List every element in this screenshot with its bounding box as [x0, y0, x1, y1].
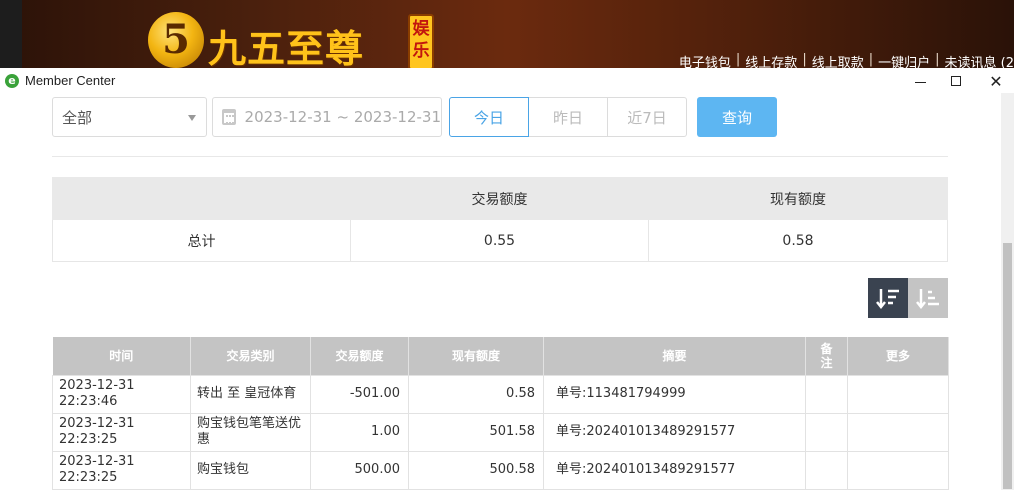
- quick-filter-yesterday[interactable]: 昨日: [528, 97, 608, 137]
- select-value: 全部: [62, 108, 93, 127]
- table-row[interactable]: 2023-12-31 22:23:46 转出 至 皇冠体育 -501.00 0.…: [52, 374, 949, 414]
- sort-ascending-button[interactable]: [908, 278, 948, 318]
- cell-note: [805, 450, 848, 490]
- quick-filter-last7[interactable]: 近7日: [607, 97, 687, 137]
- cell-balance: 500.58: [408, 450, 544, 490]
- column-header-note[interactable]: 备注: [805, 337, 848, 375]
- transaction-type-select[interactable]: 全部: [52, 97, 207, 137]
- cell-summary: 单号:113481794999: [543, 374, 806, 414]
- date-range-value: 2023-12-31 ~ 2023-12-31: [244, 108, 441, 126]
- column-header-type[interactable]: 交易类别: [190, 337, 311, 375]
- cell-more[interactable]: [847, 374, 949, 414]
- browser-app-icon: e: [5, 73, 19, 88]
- sort-descending-button[interactable]: [868, 278, 908, 318]
- table-row[interactable]: 2023-12-31 22:23:25 购宝钱包笔笔送优惠 1.00 501.5…: [52, 412, 949, 452]
- close-icon: ✕: [989, 71, 1003, 91]
- column-header-amount[interactable]: 交易额度: [310, 337, 409, 375]
- maximize-icon: [951, 76, 961, 86]
- table-header-row: 时间 交易类别 交易额度 现有额度 摘要 备注 更多: [52, 337, 949, 375]
- divider: [52, 156, 948, 157]
- chevron-down-icon: [188, 115, 196, 121]
- logo-emblem: 5: [148, 12, 204, 68]
- summary-header-amount: 交易额度: [350, 177, 649, 220]
- cell-amount: -501.00: [310, 374, 409, 414]
- cell-time: 2023-12-31 22:23:46: [52, 374, 191, 414]
- column-header-balance[interactable]: 现有额度: [408, 337, 544, 375]
- summary-table: 交易额度 现有额度 总计 0.55 0.58: [52, 177, 948, 262]
- summary-total-label: 总计: [52, 219, 351, 262]
- cell-more[interactable]: [847, 412, 949, 452]
- summary-header-row: 交易额度 现有额度: [52, 177, 948, 220]
- cell-balance: 501.58: [408, 412, 544, 452]
- table-row[interactable]: 2023-12-31 22:23:25 购宝钱包 500.00 500.58 单…: [52, 450, 949, 490]
- site-banner: 5 九五至尊 娱乐 电子钱包 | 线上存款 | 线上取款 | 一键归户 | 未读…: [0, 0, 1014, 71]
- cell-amount: 500.00: [310, 450, 409, 490]
- summary-total-row: 总计 0.55 0.58: [52, 219, 948, 262]
- summary-total-balance: 0.58: [648, 219, 948, 262]
- summary-header-balance: 现有额度: [648, 177, 948, 220]
- cell-type: 购宝钱包笔笔送优惠: [190, 412, 311, 452]
- cell-amount: 1.00: [310, 412, 409, 452]
- query-button[interactable]: 查询: [697, 97, 777, 137]
- quick-filter-today[interactable]: 今日: [449, 97, 529, 137]
- sort-ascending-icon: [916, 289, 939, 309]
- cell-summary: 单号:202401013489291577: [543, 450, 806, 490]
- cell-type: 购宝钱包: [190, 450, 311, 490]
- vertical-scrollbar[interactable]: [1001, 93, 1014, 490]
- minimize-icon: [914, 81, 926, 83]
- window-titlebar: e Member Center ✕: [0, 68, 1014, 93]
- summary-total-amount: 0.55: [350, 219, 649, 262]
- minimize-button[interactable]: [900, 70, 940, 92]
- window-title: Member Center: [25, 73, 116, 88]
- cell-note: [805, 412, 848, 452]
- column-header-time[interactable]: 时间: [52, 337, 191, 375]
- sort-descending-icon: [876, 289, 899, 309]
- close-button[interactable]: ✕: [976, 70, 1014, 92]
- logo-tag: 娱乐: [408, 14, 434, 70]
- summary-header-label: [52, 177, 351, 220]
- date-range-input[interactable]: 2023-12-31 ~ 2023-12-31: [212, 97, 442, 137]
- column-header-more[interactable]: 更多: [847, 337, 949, 375]
- cell-summary: 单号:202401013489291577: [543, 412, 806, 452]
- cell-time: 2023-12-31 22:23:25: [52, 412, 191, 452]
- column-header-summary[interactable]: 摘要: [543, 337, 806, 375]
- scrollbar-thumb[interactable]: [1003, 243, 1012, 489]
- maximize-button[interactable]: [936, 70, 976, 92]
- transaction-table: 时间 交易类别 交易额度 现有额度 摘要 备注 更多 2023-12-31 22…: [52, 337, 949, 490]
- cell-more[interactable]: [847, 450, 949, 490]
- cell-balance: 0.58: [408, 374, 544, 414]
- cell-type: 转出 至 皇冠体育: [190, 374, 311, 414]
- cell-note: [805, 374, 848, 414]
- cell-time: 2023-12-31 22:23:25: [52, 450, 191, 490]
- calendar-icon: [222, 109, 236, 125]
- site-logo-text: 九五至尊: [208, 26, 365, 71]
- banner-edge: [0, 0, 22, 70]
